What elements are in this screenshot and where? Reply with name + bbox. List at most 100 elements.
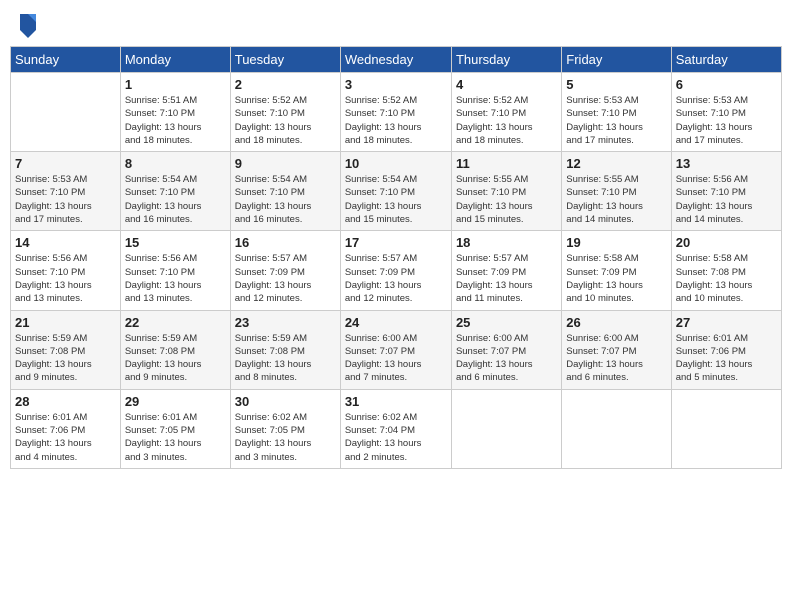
day-number: 11: [456, 156, 557, 171]
day-cell: 7 Sunrise: 5:53 AMSunset: 7:10 PMDaylight…: [11, 152, 121, 231]
day-info: Sunrise: 5:57 AMSunset: 7:09 PMDaylight:…: [235, 252, 336, 305]
day-info: Sunrise: 5:56 AMSunset: 7:10 PMDaylight:…: [676, 173, 777, 226]
day-number: 31: [345, 394, 447, 409]
week-row-2: 7 Sunrise: 5:53 AMSunset: 7:10 PMDaylight…: [11, 152, 782, 231]
day-number: 4: [456, 77, 557, 92]
day-cell: 22Sunrise: 5:59 AMSunset: 7:08 PMDayligh…: [120, 310, 230, 389]
day-info: Sunrise: 5:59 AMSunset: 7:08 PMDaylight:…: [15, 332, 116, 385]
day-info: Sunrise: 5:53 AMSunset: 7:10 PMDaylight:…: [15, 173, 116, 226]
day-number: 15: [125, 235, 226, 250]
weekday-header-sunday: Sunday: [11, 47, 121, 73]
day-number: 7: [15, 156, 116, 171]
day-number: 1: [125, 77, 226, 92]
day-number: 27: [676, 315, 777, 330]
day-number: 17: [345, 235, 447, 250]
day-number: 24: [345, 315, 447, 330]
day-info: Sunrise: 6:01 AMSunset: 7:05 PMDaylight:…: [125, 411, 226, 464]
day-number: 30: [235, 394, 336, 409]
day-info: Sunrise: 5:55 AMSunset: 7:10 PMDaylight:…: [566, 173, 666, 226]
day-info: Sunrise: 5:58 AMSunset: 7:09 PMDaylight:…: [566, 252, 666, 305]
day-cell: 30 Sunrise: 6:02 AMSunset: 7:05 PMDayligh…: [230, 389, 340, 468]
week-row-5: 28 Sunrise: 6:01 AMSunset: 7:06 PMDayligh…: [11, 389, 782, 468]
day-info: Sunrise: 6:00 AMSunset: 7:07 PMDaylight:…: [456, 332, 557, 385]
day-number: 28: [15, 394, 116, 409]
day-cell: 5 Sunrise: 5:53 AMSunset: 7:10 PMDaylight…: [562, 73, 671, 152]
day-cell: 6 Sunrise: 5:53 AMSunset: 7:10 PMDaylight…: [671, 73, 781, 152]
weekday-header-friday: Friday: [562, 47, 671, 73]
day-info: Sunrise: 6:01 AMSunset: 7:06 PMDaylight:…: [676, 332, 777, 385]
day-cell: 14 Sunrise: 5:56 AMSunset: 7:10 PMDayligh…: [11, 231, 121, 310]
day-info: Sunrise: 5:56 AMSunset: 7:10 PMDaylight:…: [15, 252, 116, 305]
day-cell: 1 Sunrise: 5:51 AMSunset: 7:10 PMDaylight…: [120, 73, 230, 152]
day-cell: [11, 73, 121, 152]
day-cell: 12 Sunrise: 5:55 AMSunset: 7:10 PMDayligh…: [562, 152, 671, 231]
weekday-header-thursday: Thursday: [451, 47, 561, 73]
day-number: 8: [125, 156, 226, 171]
day-cell: 21Sunrise: 5:59 AMSunset: 7:08 PMDayligh…: [11, 310, 121, 389]
day-info: Sunrise: 5:56 AMSunset: 7:10 PMDaylight:…: [125, 252, 226, 305]
day-number: 29: [125, 394, 226, 409]
page-header: [10, 10, 782, 38]
day-cell: 31 Sunrise: 6:02 AMSunset: 7:04 PMDayligh…: [340, 389, 451, 468]
weekday-header-saturday: Saturday: [671, 47, 781, 73]
day-cell: 20Sunrise: 5:58 AMSunset: 7:08 PMDayligh…: [671, 231, 781, 310]
day-info: Sunrise: 5:54 AMSunset: 7:10 PMDaylight:…: [235, 173, 336, 226]
day-cell: 4 Sunrise: 5:52 AMSunset: 7:10 PMDaylight…: [451, 73, 561, 152]
day-cell: 11 Sunrise: 5:55 AMSunset: 7:10 PMDayligh…: [451, 152, 561, 231]
day-cell: [451, 389, 561, 468]
day-cell: 9 Sunrise: 5:54 AMSunset: 7:10 PMDaylight…: [230, 152, 340, 231]
day-info: Sunrise: 6:01 AMSunset: 7:06 PMDaylight:…: [15, 411, 116, 464]
day-info: Sunrise: 5:54 AMSunset: 7:10 PMDaylight:…: [125, 173, 226, 226]
day-number: 14: [15, 235, 116, 250]
day-info: Sunrise: 5:53 AMSunset: 7:10 PMDaylight:…: [566, 94, 666, 147]
day-info: Sunrise: 5:53 AMSunset: 7:10 PMDaylight:…: [676, 94, 777, 147]
day-cell: 26Sunrise: 6:00 AMSunset: 7:07 PMDayligh…: [562, 310, 671, 389]
day-info: Sunrise: 6:00 AMSunset: 7:07 PMDaylight:…: [566, 332, 666, 385]
day-cell: 8 Sunrise: 5:54 AMSunset: 7:10 PMDaylight…: [120, 152, 230, 231]
day-cell: 10 Sunrise: 5:54 AMSunset: 7:10 PMDayligh…: [340, 152, 451, 231]
weekday-header-monday: Monday: [120, 47, 230, 73]
day-cell: 24 Sunrise: 6:00 AMSunset: 7:07 PMDayligh…: [340, 310, 451, 389]
day-number: 19: [566, 235, 666, 250]
day-number: 3: [345, 77, 447, 92]
day-info: Sunrise: 6:00 AMSunset: 7:07 PMDaylight:…: [345, 332, 447, 385]
day-number: 22: [125, 315, 226, 330]
day-number: 16: [235, 235, 336, 250]
day-info: Sunrise: 5:54 AMSunset: 7:10 PMDaylight:…: [345, 173, 447, 226]
day-number: 20: [676, 235, 777, 250]
day-number: 9: [235, 156, 336, 171]
day-number: 5: [566, 77, 666, 92]
day-cell: [562, 389, 671, 468]
day-info: Sunrise: 5:52 AMSunset: 7:10 PMDaylight:…: [456, 94, 557, 147]
day-cell: 29 Sunrise: 6:01 AMSunset: 7:05 PMDayligh…: [120, 389, 230, 468]
day-number: 18: [456, 235, 557, 250]
day-cell: [671, 389, 781, 468]
week-row-3: 14 Sunrise: 5:56 AMSunset: 7:10 PMDayligh…: [11, 231, 782, 310]
calendar-table: SundayMondayTuesdayWednesdayThursdayFrid…: [10, 46, 782, 469]
day-info: Sunrise: 5:57 AMSunset: 7:09 PMDaylight:…: [345, 252, 447, 305]
day-cell: 17 Sunrise: 5:57 AMSunset: 7:09 PMDayligh…: [340, 231, 451, 310]
day-info: Sunrise: 6:02 AMSunset: 7:04 PMDaylight:…: [345, 411, 447, 464]
day-info: Sunrise: 5:51 AMSunset: 7:10 PMDaylight:…: [125, 94, 226, 147]
day-cell: 19 Sunrise: 5:58 AMSunset: 7:09 PMDayligh…: [562, 231, 671, 310]
day-cell: 13Sunrise: 5:56 AMSunset: 7:10 PMDayligh…: [671, 152, 781, 231]
day-cell: 16 Sunrise: 5:57 AMSunset: 7:09 PMDayligh…: [230, 231, 340, 310]
day-info: Sunrise: 6:02 AMSunset: 7:05 PMDaylight:…: [235, 411, 336, 464]
day-number: 6: [676, 77, 777, 92]
day-info: Sunrise: 5:55 AMSunset: 7:10 PMDaylight:…: [456, 173, 557, 226]
day-cell: 28 Sunrise: 6:01 AMSunset: 7:06 PMDayligh…: [11, 389, 121, 468]
day-number: 10: [345, 156, 447, 171]
day-info: Sunrise: 5:52 AMSunset: 7:10 PMDaylight:…: [345, 94, 447, 147]
day-cell: 18 Sunrise: 5:57 AMSunset: 7:09 PMDayligh…: [451, 231, 561, 310]
day-cell: 27 Sunrise: 6:01 AMSunset: 7:06 PMDayligh…: [671, 310, 781, 389]
day-number: 23: [235, 315, 336, 330]
day-info: Sunrise: 5:57 AMSunset: 7:09 PMDaylight:…: [456, 252, 557, 305]
day-number: 12: [566, 156, 666, 171]
logo: [14, 10, 40, 38]
day-cell: 3 Sunrise: 5:52 AMSunset: 7:10 PMDaylight…: [340, 73, 451, 152]
logo-icon: [16, 10, 40, 38]
day-number: 2: [235, 77, 336, 92]
weekday-header-tuesday: Tuesday: [230, 47, 340, 73]
day-cell: 15 Sunrise: 5:56 AMSunset: 7:10 PMDayligh…: [120, 231, 230, 310]
day-number: 25: [456, 315, 557, 330]
